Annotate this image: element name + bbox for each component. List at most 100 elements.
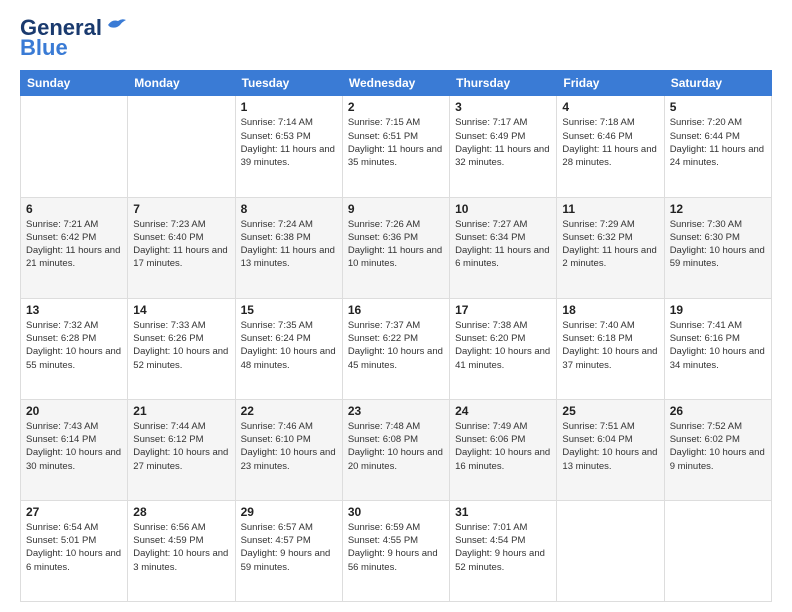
day-info: Sunrise: 7:26 AM Sunset: 6:36 PM Dayligh… [348, 218, 444, 271]
calendar-cell: 19Sunrise: 7:41 AM Sunset: 6:16 PM Dayli… [664, 298, 771, 399]
calendar-cell: 29 Sunrise: 6:57 AM Sunset: 4:57 PM Dayli… [235, 500, 342, 601]
calendar-cell: 15 Sunrise: 7:35 AM Sunset: 6:24 PM Dayli… [235, 298, 342, 399]
calendar-cell: 26 Sunrise: 7:52 AM Sunset: 6:02 PM Dayli… [664, 399, 771, 500]
weekday-header-sunday: Sunday [21, 71, 128, 96]
day-info: Sunrise: 7:29 AM Sunset: 6:32 PM Dayligh… [562, 218, 658, 271]
day-number: 19 [670, 303, 766, 317]
weekday-header-tuesday: Tuesday [235, 71, 342, 96]
day-number: 21 [133, 404, 229, 418]
day-number: 9 [348, 202, 444, 216]
calendar-cell: 2Sunrise: 7:15 AM Sunset: 6:51 PM Daylig… [342, 96, 449, 197]
day-info: Sunrise: 7:48 AM Sunset: 6:08 PM Dayligh… [348, 420, 444, 473]
day-number: 27 [26, 505, 122, 519]
weekday-header-thursday: Thursday [450, 71, 557, 96]
day-info: Sunrise: 6:54 AM Sunset: 5:01 PM Dayligh… [26, 521, 122, 574]
calendar-week-row: 1 Sunrise: 7:14 AM Sunset: 6:53 PM Daylig… [21, 96, 772, 197]
calendar-cell: 21 Sunrise: 7:44 AM Sunset: 6:12 PM Dayli… [128, 399, 235, 500]
day-number: 28 [133, 505, 229, 519]
calendar-cell [664, 500, 771, 601]
calendar-cell: 31 Sunrise: 7:01 AM Sunset: 4:54 PM Dayli… [450, 500, 557, 601]
day-number: 8 [241, 202, 337, 216]
day-number: 26 [670, 404, 766, 418]
day-info: Sunrise: 7:23 AM Sunset: 6:40 PM Dayligh… [133, 218, 229, 271]
day-info: Sunrise: 7:17 AM Sunset: 6:49 PM Dayligh… [455, 116, 551, 169]
day-number: 13 [26, 303, 122, 317]
day-info: Sunrise: 7:52 AM Sunset: 6:02 PM Dayligh… [670, 420, 766, 473]
calendar-cell: 14 Sunrise: 7:33 AM Sunset: 6:26 PM Dayli… [128, 298, 235, 399]
day-number: 20 [26, 404, 122, 418]
day-info: Sunrise: 7:38 AM Sunset: 6:20 PM Dayligh… [455, 319, 551, 372]
calendar-cell: 28 Sunrise: 6:56 AM Sunset: 4:59 PM Dayli… [128, 500, 235, 601]
day-number: 1 [241, 100, 337, 114]
day-number: 2 [348, 100, 444, 114]
calendar-cell: 27 Sunrise: 6:54 AM Sunset: 5:01 PM Dayli… [21, 500, 128, 601]
calendar-cell: 7 Sunrise: 7:23 AM Sunset: 6:40 PM Daylig… [128, 197, 235, 298]
day-number: 29 [241, 505, 337, 519]
day-info: Sunrise: 7:49 AM Sunset: 6:06 PM Dayligh… [455, 420, 551, 473]
day-info: Sunrise: 7:46 AM Sunset: 6:10 PM Dayligh… [241, 420, 337, 473]
calendar-cell: 24 Sunrise: 7:49 AM Sunset: 6:06 PM Dayli… [450, 399, 557, 500]
weekday-header-monday: Monday [128, 71, 235, 96]
calendar-cell: 6Sunrise: 7:21 AM Sunset: 6:42 PM Daylig… [21, 197, 128, 298]
day-number: 15 [241, 303, 337, 317]
day-info: Sunrise: 7:32 AM Sunset: 6:28 PM Dayligh… [26, 319, 122, 372]
day-info: Sunrise: 7:01 AM Sunset: 4:54 PM Dayligh… [455, 521, 551, 574]
calendar-cell: 4 Sunrise: 7:18 AM Sunset: 6:46 PM Daylig… [557, 96, 664, 197]
calendar-cell: 1 Sunrise: 7:14 AM Sunset: 6:53 PM Daylig… [235, 96, 342, 197]
weekday-header-saturday: Saturday [664, 71, 771, 96]
calendar-cell: 3 Sunrise: 7:17 AM Sunset: 6:49 PM Daylig… [450, 96, 557, 197]
calendar-table: SundayMondayTuesdayWednesdayThursdayFrid… [20, 70, 772, 602]
calendar-cell: 20Sunrise: 7:43 AM Sunset: 6:14 PM Dayli… [21, 399, 128, 500]
calendar-cell: 22 Sunrise: 7:46 AM Sunset: 6:10 PM Dayli… [235, 399, 342, 500]
header: General Blue [20, 16, 772, 60]
day-info: Sunrise: 7:35 AM Sunset: 6:24 PM Dayligh… [241, 319, 337, 372]
day-info: Sunrise: 7:20 AM Sunset: 6:44 PM Dayligh… [670, 116, 766, 169]
logo-bird-icon [104, 17, 126, 35]
calendar-week-row: 6Sunrise: 7:21 AM Sunset: 6:42 PM Daylig… [21, 197, 772, 298]
calendar-cell: 10Sunrise: 7:27 AM Sunset: 6:34 PM Dayli… [450, 197, 557, 298]
day-info: Sunrise: 7:18 AM Sunset: 6:46 PM Dayligh… [562, 116, 658, 169]
weekday-header-wednesday: Wednesday [342, 71, 449, 96]
calendar-cell: 30Sunrise: 6:59 AM Sunset: 4:55 PM Dayli… [342, 500, 449, 601]
page: General Blue SundayMondayTuesdayWednesda… [0, 0, 792, 612]
weekday-header-friday: Friday [557, 71, 664, 96]
calendar-cell: 8Sunrise: 7:24 AM Sunset: 6:38 PM Daylig… [235, 197, 342, 298]
calendar-week-row: 27 Sunrise: 6:54 AM Sunset: 5:01 PM Dayli… [21, 500, 772, 601]
logo: General Blue [20, 16, 126, 60]
day-number: 16 [348, 303, 444, 317]
calendar-cell: 5 Sunrise: 7:20 AM Sunset: 6:44 PM Daylig… [664, 96, 771, 197]
calendar-cell: 18Sunrise: 7:40 AM Sunset: 6:18 PM Dayli… [557, 298, 664, 399]
calendar-cell [21, 96, 128, 197]
calendar-cell [557, 500, 664, 601]
day-number: 11 [562, 202, 658, 216]
day-number: 22 [241, 404, 337, 418]
day-number: 31 [455, 505, 551, 519]
day-number: 24 [455, 404, 551, 418]
day-info: Sunrise: 7:27 AM Sunset: 6:34 PM Dayligh… [455, 218, 551, 271]
calendar-cell: 25 Sunrise: 7:51 AM Sunset: 6:04 PM Dayli… [557, 399, 664, 500]
day-number: 18 [562, 303, 658, 317]
day-info: Sunrise: 6:56 AM Sunset: 4:59 PM Dayligh… [133, 521, 229, 574]
day-info: Sunrise: 7:51 AM Sunset: 6:04 PM Dayligh… [562, 420, 658, 473]
day-info: Sunrise: 7:33 AM Sunset: 6:26 PM Dayligh… [133, 319, 229, 372]
day-number: 3 [455, 100, 551, 114]
calendar-cell: 11 Sunrise: 7:29 AM Sunset: 6:32 PM Dayli… [557, 197, 664, 298]
day-info: Sunrise: 7:14 AM Sunset: 6:53 PM Dayligh… [241, 116, 337, 169]
calendar-cell: 13 Sunrise: 7:32 AM Sunset: 6:28 PM Dayli… [21, 298, 128, 399]
calendar-week-row: 20Sunrise: 7:43 AM Sunset: 6:14 PM Dayli… [21, 399, 772, 500]
day-number: 12 [670, 202, 766, 216]
calendar-week-row: 13 Sunrise: 7:32 AM Sunset: 6:28 PM Dayli… [21, 298, 772, 399]
day-number: 5 [670, 100, 766, 114]
day-info: Sunrise: 7:37 AM Sunset: 6:22 PM Dayligh… [348, 319, 444, 372]
day-info: Sunrise: 7:44 AM Sunset: 6:12 PM Dayligh… [133, 420, 229, 473]
day-number: 7 [133, 202, 229, 216]
day-number: 14 [133, 303, 229, 317]
logo-blue: Blue [20, 36, 68, 60]
day-info: Sunrise: 6:57 AM Sunset: 4:57 PM Dayligh… [241, 521, 337, 574]
day-number: 4 [562, 100, 658, 114]
day-number: 25 [562, 404, 658, 418]
calendar-cell: 12Sunrise: 7:30 AM Sunset: 6:30 PM Dayli… [664, 197, 771, 298]
day-number: 30 [348, 505, 444, 519]
calendar-cell: 17Sunrise: 7:38 AM Sunset: 6:20 PM Dayli… [450, 298, 557, 399]
calendar-cell: 16 Sunrise: 7:37 AM Sunset: 6:22 PM Dayli… [342, 298, 449, 399]
